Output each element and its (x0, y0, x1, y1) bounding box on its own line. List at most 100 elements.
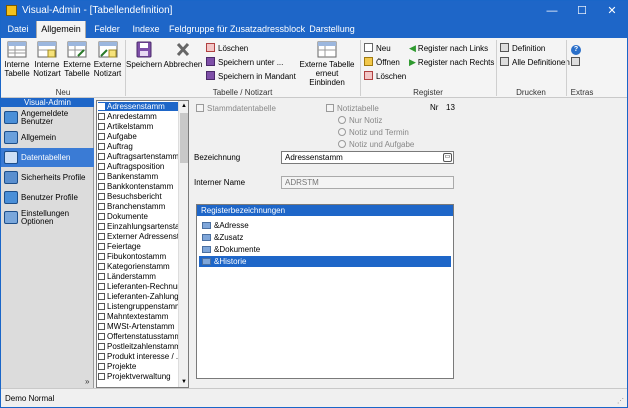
scroll-down-icon[interactable]: ▼ (179, 377, 188, 387)
table-list-item[interactable]: Produkt interesse / ... (98, 352, 180, 361)
menu-datei[interactable]: Datei (5, 21, 31, 38)
radio-nur-notiz[interactable]: Nur Notiz (338, 116, 382, 125)
table-list-item[interactable]: Bankenstamm (98, 172, 180, 181)
new-doc-icon (364, 43, 373, 52)
reembed-label: Externe Tabelle erneut Einbinden (299, 60, 355, 87)
save-as-button[interactable]: Speichern unter ... (206, 57, 283, 68)
table-list-item[interactable]: Branchenstamm (98, 202, 180, 211)
new-external-note-label: Externe Notizart (93, 60, 122, 78)
register-item[interactable]: &Adresse (199, 220, 451, 231)
menu-indexe[interactable]: Indexe (128, 21, 164, 38)
bezeichnung-field[interactable]: Adressenstamm ▭ (281, 151, 454, 164)
new-external-note-button[interactable]: Externe Notizart (92, 41, 123, 78)
nav-item-einstellungen-optionen[interactable]: Einstellungen Optionen (1, 208, 94, 227)
external-note-icon (98, 41, 118, 58)
reembed-external-table-button[interactable]: Externe Tabelle erneut Einbinden (297, 41, 357, 87)
minimize-button[interactable]: — (537, 1, 567, 21)
table-list-item[interactable]: Adressenstamm (98, 102, 180, 111)
printer-icon (500, 57, 509, 66)
table-list-item[interactable]: Fibukontostamm (98, 252, 180, 261)
table-list-item[interactable]: Projektverwaltung (98, 372, 180, 381)
internal-name-value: ADRSTM (285, 178, 319, 187)
table-item-label: Dokumente (107, 212, 148, 221)
nav-item-sicherheits-profile[interactable]: Sicherheits Profile (1, 168, 94, 187)
table-list: Adressenstamm Anredestamm Artikelstamm Aufg… (96, 100, 189, 388)
menu-felder[interactable]: Felder (91, 21, 123, 38)
nav-item-datentabellen[interactable]: Datentabellen (1, 148, 94, 167)
table-list-item[interactable]: Mahntextestamm (98, 312, 180, 321)
cancel-button[interactable]: Abbrechen (163, 41, 203, 69)
save-button[interactable]: Speichern (126, 41, 162, 69)
table-list-item[interactable]: Anredestamm (98, 112, 180, 121)
register-open-button[interactable]: Öffnen (364, 57, 400, 68)
stammdaten-checkbox[interactable]: Stammdatentabelle (196, 104, 276, 113)
nav-expand-icon[interactable]: » (85, 377, 89, 386)
register-item[interactable]: &Dokumente (199, 244, 451, 255)
table-item-icon (98, 193, 105, 200)
new-internal-note-button[interactable]: Interne Notizart (32, 41, 62, 78)
print-definition-button[interactable]: Definition (500, 43, 545, 54)
table-list-item[interactable]: Auftrag (98, 142, 180, 151)
table-item-label: Lieferanten-Zahlung (107, 292, 179, 301)
table-list-item[interactable]: Bankkontenstamm (98, 182, 180, 191)
register-move-left-label: Register nach Links (417, 44, 489, 53)
table-list-item[interactable]: Einzahlungsartenstamm (98, 222, 180, 231)
table-icon (7, 41, 27, 58)
new-external-table-button[interactable]: Externe Tabelle (62, 41, 92, 78)
table-list-item[interactable]: Aufgabe (98, 132, 180, 141)
table-list-scrollbar[interactable]: ▲ ▼ (178, 101, 188, 387)
register-move-right-button[interactable]: ▶ Register nach Rechts (409, 57, 494, 68)
new-internal-table-button[interactable]: Interne Tabelle (2, 41, 32, 78)
register-item[interactable]: &Zusatz (199, 232, 451, 243)
save-in-mandant-button[interactable]: Speichern in Mandant (206, 71, 296, 82)
print-definition-label: Definition (512, 44, 546, 53)
maximize-button[interactable]: ☐ (567, 1, 597, 21)
detail-panel: Stammdatentabelle Notiztabelle Nr 13 Nur… (190, 98, 627, 388)
radio-notiz-aufgabe[interactable]: Notiz und Aufgabe (338, 140, 414, 149)
table-item-label: Projekte (107, 362, 137, 371)
table-list-item[interactable]: Listengruppenstamm (98, 302, 180, 311)
table-list-item[interactable]: Postleitzahlenstamm (98, 342, 180, 351)
table-list-item[interactable]: Auftragsposition (98, 162, 180, 171)
table-list-item[interactable]: Auftragsartenstamm (98, 152, 180, 161)
table-list-item[interactable]: Kategorienstamm (98, 262, 180, 271)
internal-name-field[interactable]: ADRSTM (281, 176, 454, 189)
table-list-item[interactable]: Projekte (98, 362, 180, 371)
table-list-item[interactable]: Artikelstamm (98, 122, 180, 131)
register-item-label: &Zusatz (214, 233, 244, 242)
stammdaten-label: Stammdatentabelle (207, 104, 276, 113)
menu-darstellung[interactable]: Darstellung (306, 21, 358, 38)
menu-allgemein[interactable]: Allgemein (36, 21, 86, 38)
close-button[interactable]: ✕ (597, 1, 627, 21)
notiztabelle-checkbox[interactable]: Notiztabelle (326, 104, 379, 113)
ribbon: Interne Tabelle Interne Notizart Externe… (1, 38, 627, 98)
app-icon (6, 5, 17, 16)
translate-icon[interactable]: ▭ (443, 153, 452, 162)
nav-item-angemeldete-benutzer[interactable]: Angemeldete Benutzer (1, 108, 94, 127)
table-list-item[interactable]: Lieferanten-Zahlung (98, 292, 180, 301)
scroll-up-icon[interactable]: ▲ (179, 101, 188, 111)
table-list-item[interactable]: Offertenstatusstamm (98, 332, 180, 341)
table-list-item[interactable]: Feiertage (98, 242, 180, 251)
register-new-button[interactable]: Neu (364, 43, 391, 54)
radio-notiz-termin[interactable]: Notiz und Termin (338, 128, 409, 137)
table-list-item[interactable]: Dokumente (98, 212, 180, 221)
delete-table-button[interactable]: Löschen (206, 43, 248, 54)
table-item-icon (98, 153, 105, 160)
resize-grip-icon[interactable]: ⋰ (617, 398, 625, 406)
print-all-button[interactable]: Alle Definitionen (500, 57, 570, 68)
register-item[interactable]: &Historie (199, 256, 451, 267)
help-button[interactable]: ? (571, 43, 581, 55)
register-move-left-button[interactable]: ◀ Register nach Links (409, 43, 488, 54)
menu-feldgruppe[interactable]: Feldgruppe für Zusatzadressblock (169, 21, 305, 38)
table-list-item[interactable]: Externer Adressenstamm (98, 232, 180, 241)
print-settings-button[interactable] (571, 57, 583, 68)
scroll-thumb[interactable] (180, 113, 188, 163)
table-list-item[interactable]: Lieferanten-Rechnung (98, 282, 180, 291)
nav-item-benutzer-profile[interactable]: Benutzer Profile (1, 188, 94, 207)
register-delete-button[interactable]: Löschen (364, 71, 406, 82)
nav-item-allgemein[interactable]: Allgemein (1, 128, 94, 147)
table-list-item[interactable]: Besuchsbericht (98, 192, 180, 201)
table-list-item[interactable]: Länderstamm (98, 272, 180, 281)
table-list-item[interactable]: MWSt-Artenstamm (98, 322, 180, 331)
